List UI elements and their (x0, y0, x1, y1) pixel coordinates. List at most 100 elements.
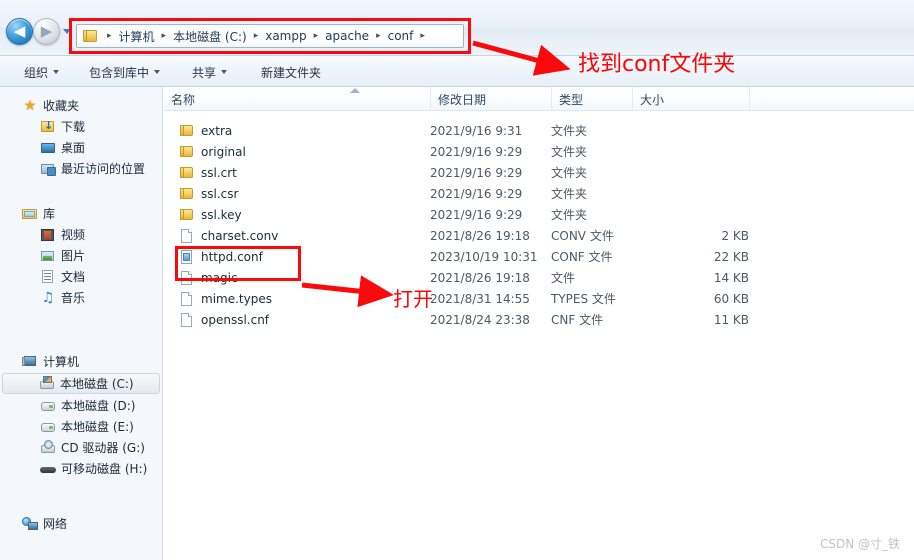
chevron-down-icon (154, 70, 161, 74)
sidebar-item-local-disk-d[interactable]: 本地磁盘 (D:) (2, 396, 162, 415)
file-name-label: extra (201, 123, 233, 138)
file-name-label: ssl.csr (201, 186, 239, 201)
sidebar-item-desktop-label: 桌面 (61, 141, 86, 155)
drive-icon (40, 398, 56, 414)
sidebar-item-local-disk-e-label: 本地磁盘 (E:) (61, 420, 134, 434)
sidebar-item-music[interactable]: ♫ 音乐 (2, 288, 162, 307)
folder-icon (179, 144, 195, 160)
sidebar-item-desktop[interactable]: 桌面 (2, 138, 162, 157)
computer-icon (22, 354, 38, 370)
toolbar-share-label: 共享 (192, 65, 217, 80)
column-header-date-modified-label: 修改日期 (438, 92, 487, 107)
file-icon (179, 228, 195, 244)
file-name-label: mime.types (201, 291, 272, 306)
file-type-cell: 文件夹 (551, 208, 588, 222)
download-folder-icon (40, 119, 56, 135)
picture-icon (40, 248, 56, 264)
file-name-cell: ssl.csr (179, 186, 238, 202)
back-button[interactable]: ◀ (6, 18, 33, 45)
sidebar-group-network[interactable]: 网络 (2, 514, 162, 533)
file-date-cell: 2021/8/31 14:55 (430, 291, 530, 306)
column-header-name-label: 名称 (171, 92, 196, 107)
file-type-cell: TYPES 文件 (551, 292, 616, 306)
network-icon (22, 516, 38, 532)
file-type-cell: 文件 (551, 271, 576, 285)
file-name-label: original (201, 144, 246, 159)
file-list-column-headers: 名称 修改日期 类型 大小 (164, 87, 914, 111)
column-header-name[interactable]: 名称 (164, 87, 430, 111)
file-type-cell: 文件夹 (551, 145, 588, 159)
toolbar-new-folder-label: 新建文件夹 (261, 65, 322, 80)
forward-button[interactable]: ▶ (33, 18, 60, 45)
navigation-pane[interactable]: ★ 收藏夹 下载 桌面 最近访问的位置 库 视频 图片 文档 ♫ 音乐 计算机 (0, 87, 163, 560)
sidebar-item-cd-drive-g[interactable]: CD 驱动器 (G:) (2, 438, 162, 457)
breadcrumb-item-computer[interactable]: 计算机 (117, 27, 157, 46)
toolbar-include-in-library-button[interactable]: 包含到库中 (85, 62, 164, 82)
sidebar-item-downloads[interactable]: 下载 (2, 117, 162, 136)
folder-icon (179, 165, 195, 181)
sidebar-group-libraries[interactable]: 库 (2, 204, 162, 223)
table-row[interactable]: openssl.cnf 2021/8/24 23:38 CNF 文件 11 KB (164, 309, 914, 330)
recent-places-icon (40, 161, 56, 177)
table-row[interactable]: extra 2021/9/16 9:31 文件夹 (164, 120, 914, 141)
table-row[interactable]: ssl.key 2021/9/16 9:29 文件夹 (164, 204, 914, 225)
sidebar-item-pictures[interactable]: 图片 (2, 246, 162, 265)
sidebar-item-music-label: 音乐 (61, 291, 86, 305)
sidebar-item-local-disk-d-label: 本地磁盘 (D:) (61, 399, 136, 413)
file-icon (179, 291, 195, 307)
table-row-httpd-conf[interactable]: httpd.conf 2023/10/19 10:31 CONF 文件 22 K… (164, 246, 914, 267)
library-icon (22, 206, 38, 222)
sidebar-item-recent-places[interactable]: 最近访问的位置 (2, 159, 162, 178)
file-list-pane[interactable]: 名称 修改日期 类型 大小 extra 2021/9/16 9:31 文件夹 o… (164, 87, 914, 560)
address-bar[interactable]: ▸ 计算机 ▸ 本地磁盘 (C:) ▸ xampp ▸ apache ▸ con… (76, 24, 464, 48)
sidebar-item-videos[interactable]: 视频 (2, 225, 162, 244)
history-dropdown-icon[interactable] (63, 29, 71, 34)
desktop-icon (40, 140, 56, 156)
sidebar-item-local-disk-c[interactable]: 本地磁盘 (C:) (2, 373, 160, 394)
music-icon: ♫ (41, 289, 55, 306)
table-row[interactable]: ssl.csr 2021/9/16 9:29 文件夹 (164, 183, 914, 204)
file-name-label: openssl.cnf (201, 312, 270, 327)
sidebar-item-local-disk-e[interactable]: 本地磁盘 (E:) (2, 417, 162, 436)
file-date-cell: 2021/9/16 9:29 (430, 186, 523, 201)
chevron-down-icon (221, 70, 228, 74)
file-icon (179, 270, 195, 286)
file-name-cell: original (179, 144, 246, 160)
breadcrumb-item-apache[interactable]: apache (323, 28, 371, 44)
sidebar-group-computer[interactable]: 计算机 (2, 352, 162, 371)
sidebar-item-removable-disk-h[interactable]: 可移动磁盘 (H:) (2, 459, 162, 478)
sidebar-item-pictures-label: 图片 (61, 249, 86, 263)
sidebar-item-documents-label: 文档 (61, 270, 86, 284)
file-date-cell: 2021/8/26 19:18 (430, 270, 530, 285)
breadcrumb-item-xampp[interactable]: xampp (263, 28, 308, 44)
breadcrumb-item-conf[interactable]: conf (386, 28, 416, 44)
star-icon: ★ (23, 97, 37, 114)
command-toolbar: 组织 包含到库中 共享 新建文件夹 (0, 56, 914, 87)
toolbar-new-folder-button[interactable]: 新建文件夹 (257, 62, 325, 82)
sidebar-group-favorites[interactable]: ★ 收藏夹 (2, 96, 162, 115)
table-row[interactable]: charset.conv 2021/8/26 19:18 CONV 文件 2 K… (164, 225, 914, 246)
file-size-cell: 22 KB (713, 249, 749, 264)
toolbar-organize-button[interactable]: 组织 (20, 62, 63, 82)
breadcrumb-item-local-disk-c[interactable]: 本地磁盘 (C:) (171, 27, 249, 46)
file-name-cell: ssl.crt (179, 165, 237, 181)
table-row[interactable]: mime.types 2021/8/31 14:55 TYPES 文件 60 K… (164, 288, 914, 309)
table-row[interactable]: original 2021/9/16 9:29 文件夹 (164, 141, 914, 162)
sidebar-group-libraries-label: 库 (43, 207, 56, 221)
column-header-size[interactable]: 大小 (632, 87, 749, 111)
toolbar-share-button[interactable]: 共享 (188, 62, 231, 82)
table-row[interactable]: magic 2021/8/26 19:18 文件 14 KB (164, 267, 914, 288)
video-icon (40, 227, 56, 243)
folder-icon (179, 123, 195, 139)
file-type-cell: 文件夹 (551, 124, 588, 138)
file-size-cell: 14 KB (713, 270, 749, 285)
folder-icon (179, 186, 195, 202)
table-row[interactable]: ssl.crt 2021/9/16 9:29 文件夹 (164, 162, 914, 183)
sidebar-group-network-label: 网络 (43, 517, 68, 531)
column-header-date-modified[interactable]: 修改日期 (430, 87, 551, 111)
file-name-label: charset.conv (201, 228, 279, 243)
sidebar-item-documents[interactable]: 文档 (2, 267, 162, 286)
file-size-cell: 60 KB (713, 291, 749, 306)
column-header-type[interactable]: 类型 (551, 87, 632, 111)
sidebar-item-videos-label: 视频 (61, 228, 86, 242)
